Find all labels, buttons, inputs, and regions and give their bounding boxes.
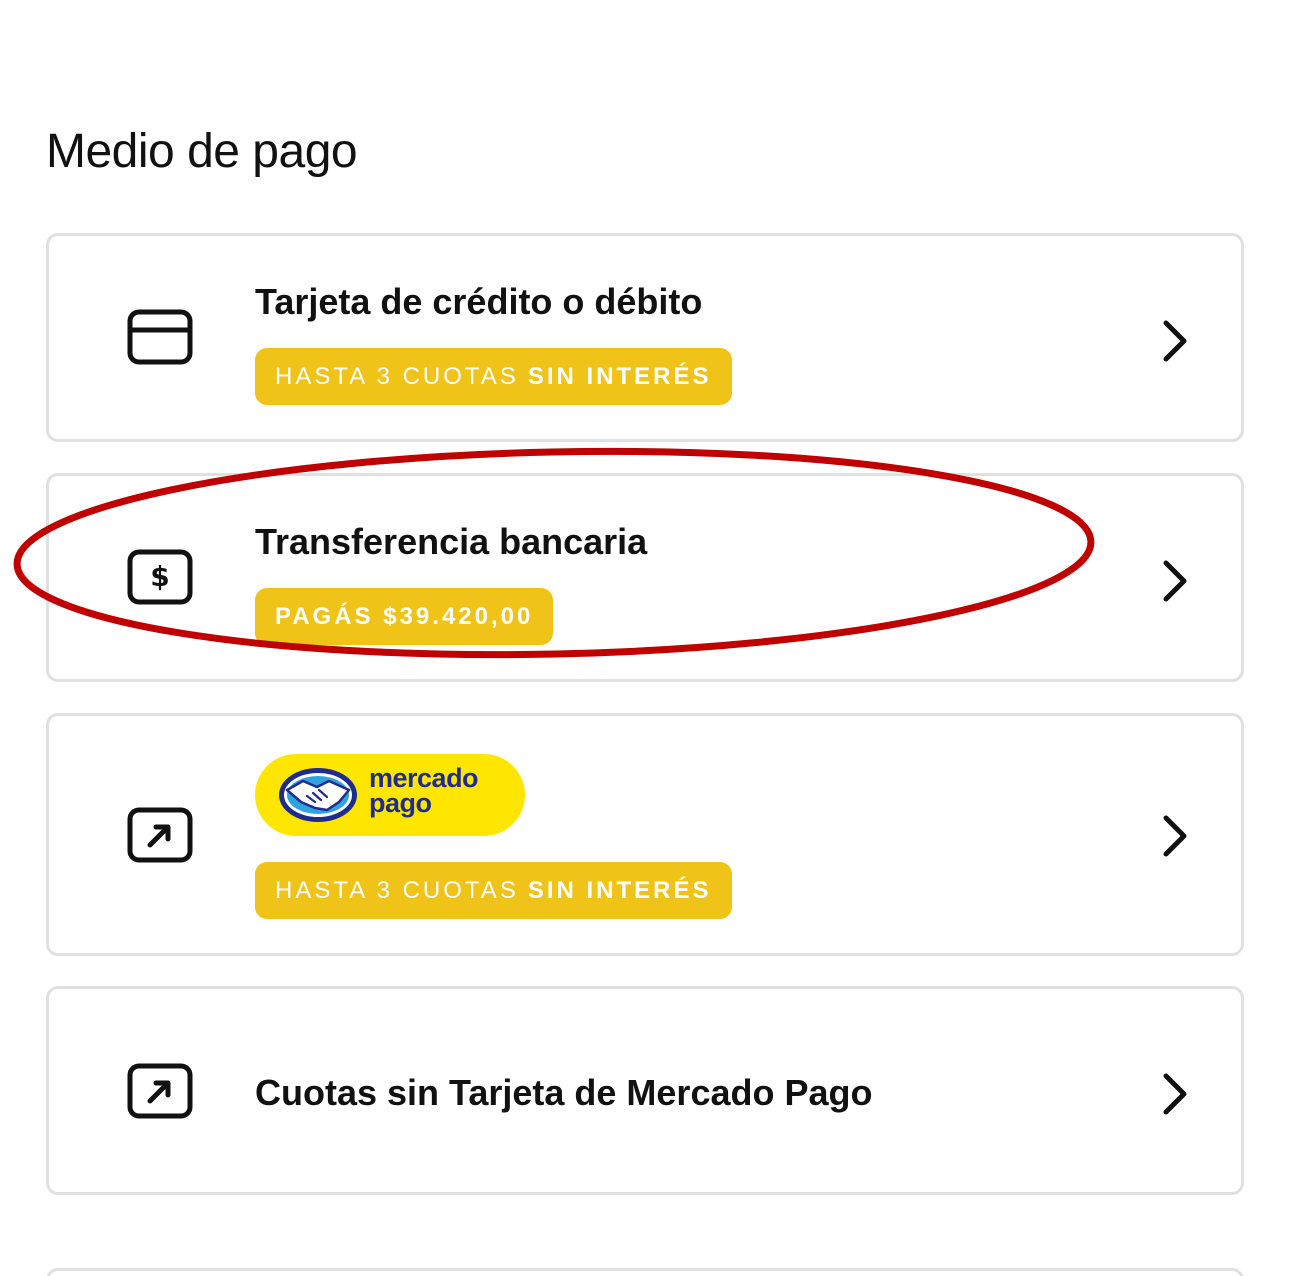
handshake-icon: [279, 768, 357, 822]
badge-text-bold: SIN INTERÉS: [527, 876, 712, 904]
chevron-right-icon: [1157, 319, 1191, 363]
price-badge: PAGÁS $39.420,00: [255, 588, 554, 645]
chevron-right-icon: [1157, 559, 1191, 603]
option-title: Transferencia bancaria: [255, 521, 648, 562]
page-title: Medio de pago: [46, 125, 358, 178]
credit-card-icon: [127, 308, 193, 366]
installments-badge: HASTA 3 CUOTAS SIN INTERÉS: [255, 862, 732, 919]
badge-text: HASTA 3 CUOTAS: [275, 876, 519, 904]
logo-line-2: pago: [369, 788, 432, 818]
option-title: Tarjeta de crédito o débito: [255, 281, 703, 322]
installments-badge: HASTA 3 CUOTAS SIN INTERÉS: [255, 348, 732, 405]
dollar-icon: $: [127, 548, 193, 606]
badge-text-bold: SIN INTERÉS: [527, 362, 712, 390]
option-bank-transfer[interactable]: $ Transferencia bancaria PAGÁS $39.420,0…: [46, 473, 1244, 682]
external-link-icon: [127, 1062, 193, 1120]
external-link-icon: [127, 806, 193, 864]
svg-text:$: $: [150, 560, 169, 593]
chevron-right-icon: [1157, 814, 1191, 858]
option-title: Cuotas sin Tarjeta de Mercado Pago: [255, 1072, 873, 1113]
option-mercado-pago[interactable]: mercado pago HASTA 3 CUOTAS SIN INTERÉS: [46, 713, 1244, 956]
badge-text: HASTA 3 CUOTAS: [275, 362, 519, 390]
badge-text-bold: PAGÁS $39.420,00: [275, 602, 534, 630]
option-partial[interactable]: [46, 1268, 1244, 1276]
option-credit-card[interactable]: Tarjeta de crédito o débito HASTA 3 CUOT…: [46, 233, 1244, 442]
option-mercado-pago-installments[interactable]: Cuotas sin Tarjeta de Mercado Pago: [46, 986, 1244, 1195]
payment-method-page: Medio de pago Tarjeta de crédito o débit…: [0, 0, 1290, 1276]
logo-text: mercado pago: [369, 765, 479, 818]
mercado-pago-logo: mercado pago: [255, 754, 525, 836]
chevron-right-icon: [1157, 1072, 1191, 1116]
